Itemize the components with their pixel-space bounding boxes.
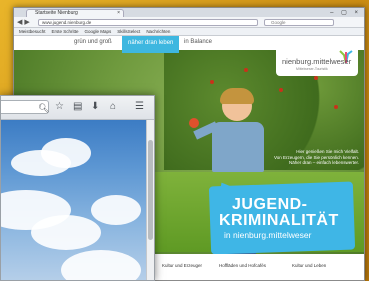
cloud [61, 250, 141, 280]
footer-link[interactable]: Kultur und Leben [292, 263, 326, 268]
quote-text: Hier genießen Sie mich Vielfalt. Von Erz… [259, 149, 359, 166]
bookmark-item[interactable]: Google Maps [85, 28, 112, 35]
download-icon[interactable]: ⬇ [91, 101, 99, 113]
scrollbar[interactable] [146, 120, 154, 280]
boy-figure [212, 122, 264, 172]
browser-toolbar: 🔍︎ ☆ ▤ ⬇ ⌂ ☰ [1, 96, 154, 120]
apple [314, 76, 318, 80]
bookmarks-bar: Meistbesucht Erste Schritte Google Maps … [14, 28, 364, 36]
bookmark-item[interactable]: Erste Schritte [52, 28, 79, 35]
cloud [91, 195, 141, 225]
bookmark-item[interactable]: Meistbesucht [19, 28, 46, 35]
scrollbar-thumb[interactable] [148, 140, 153, 240]
back-forward-icon[interactable]: ◀ ▶ [17, 18, 30, 26]
apple [279, 88, 283, 92]
cloud [31, 215, 101, 250]
address-bar[interactable]: www.jugend.nienburg.de [38, 19, 258, 26]
footer-link[interactable]: Hoffläden und Hofcafés [219, 263, 266, 268]
home-icon[interactable]: ⌂ [110, 101, 116, 113]
footer-link[interactable]: Kultur und Erzeuger [162, 263, 202, 268]
search-icon[interactable]: 🔍︎ [38, 102, 49, 114]
logo-text: nienburg.mittelweser [282, 57, 352, 66]
tab-title: Startseite Nienburg [35, 10, 78, 16]
navigation-bar: ◀ ▶ www.jugend.nienburg.de Google [14, 17, 364, 28]
site-logo[interactable]: nienburg.mittelweser Mittelweser-Tourist… [276, 48, 358, 76]
quote-line: Näher dran – einfach lebenswerter. [288, 160, 359, 165]
star-icon[interactable]: ☆ [55, 101, 64, 113]
apple-in-hand [189, 118, 199, 128]
nav-item-active[interactable]: näher dran leben [122, 36, 180, 53]
window-controls[interactable]: – ▢ × [330, 9, 361, 16]
cloud [41, 138, 91, 168]
front-browser-window[interactable]: 🔍︎ ☆ ▤ ⬇ ⌂ ☰ [0, 95, 155, 281]
search-field[interactable]: Google [264, 19, 334, 26]
apple [334, 105, 338, 109]
menu-icon[interactable]: ☰ [135, 101, 144, 113]
headline-line-3: in nienburg.mittelweser [224, 230, 312, 240]
apple [244, 68, 248, 72]
headline-line-2: KRIMINALITÄT [219, 212, 339, 229]
nav-item[interactable]: in Balance [184, 39, 212, 45]
tab-bar: Startseite Nienburg × – ▢ × [14, 8, 364, 17]
sky-image [1, 120, 154, 280]
close-tab-icon[interactable]: × [117, 10, 120, 17]
nav-item[interactable]: grün und groß [74, 39, 112, 45]
bookmark-item[interactable]: Nachrichten [146, 28, 170, 35]
bookmark-item[interactable]: SkillsSelect [117, 28, 140, 35]
browser-tab[interactable]: Startseite Nienburg × [26, 9, 124, 17]
clipboard-icon[interactable]: ▤ [73, 101, 82, 113]
boy-figure [220, 88, 254, 104]
logo-subtitle: Mittelweser-Touristik [296, 67, 328, 71]
apple [210, 80, 214, 84]
